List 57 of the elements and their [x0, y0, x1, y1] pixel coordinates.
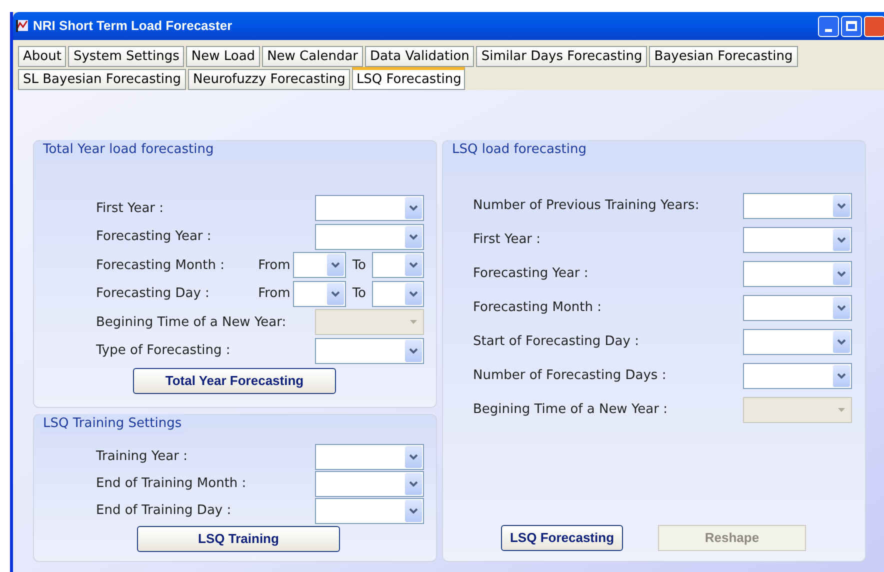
- dropdown[interactable]: [372, 280, 424, 307]
- field-label: Begining Time of a New Year :: [473, 401, 668, 420]
- close-button[interactable]: [864, 16, 884, 36]
- dropdown[interactable]: [743, 193, 852, 219]
- field-label: End of Training Day :: [96, 502, 232, 520]
- app-icon: [15, 19, 29, 33]
- dropdown[interactable]: [293, 252, 346, 278]
- dropdown[interactable]: [315, 498, 424, 524]
- field-label: To: [352, 285, 366, 303]
- dropdown[interactable]: [743, 329, 852, 355]
- dropdown[interactable]: [315, 195, 424, 222]
- dropdown[interactable]: [293, 280, 346, 307]
- field-label: First Year :: [96, 200, 164, 218]
- field-label: To: [352, 256, 366, 274]
- tab[interactable]: New Load: [186, 46, 260, 67]
- action-button[interactable]: LSQ Forecasting: [501, 525, 623, 551]
- dropdown[interactable]: [315, 470, 424, 496]
- field-label: Forecasting Month :: [96, 256, 225, 274]
- window-title: NRI Short Term Load Forecaster: [33, 17, 232, 36]
- tab[interactable]: Data Validation: [365, 46, 474, 67]
- tab[interactable]: LSQ Forecasting: [352, 67, 466, 90]
- field-label: First Year :: [473, 231, 541, 250]
- field-label: Begining Time of a New Year:: [96, 314, 286, 332]
- dropdown[interactable]: [743, 363, 852, 389]
- caret-icon: [410, 320, 417, 324]
- maximize-button[interactable]: [841, 16, 862, 36]
- field-label: Forecasting Year :: [473, 265, 588, 284]
- action-button[interactable]: LSQ Training: [137, 526, 340, 552]
- tab[interactable]: New Calendar: [262, 46, 364, 67]
- field-label: Number of Previous Training Years:: [473, 197, 700, 216]
- minimize-button[interactable]: [818, 16, 839, 36]
- tab[interactable]: About: [18, 46, 66, 67]
- tab[interactable]: System Settings: [68, 46, 184, 67]
- action-button[interactable]: Total Year Forecasting: [133, 368, 336, 394]
- tab[interactable]: SL Bayesian Forecasting: [18, 69, 186, 90]
- field-label: From: [258, 256, 290, 274]
- field-label: From: [258, 285, 290, 303]
- field-label: Number of Forecasting Days :: [473, 367, 666, 386]
- field-label: Training Year :: [96, 448, 188, 466]
- field-label: Type of Forecasting :: [96, 342, 230, 360]
- field-label: Forecasting Day :: [96, 285, 210, 303]
- dropdown[interactable]: [743, 295, 852, 321]
- field-label: Forecasting Month :: [473, 299, 602, 318]
- tab[interactable]: Neurofuzzy Forecasting: [188, 69, 350, 90]
- tab[interactable]: Similar Days Forecasting: [476, 46, 648, 67]
- dropdown[interactable]: [315, 338, 424, 364]
- tab[interactable]: Bayesian Forecasting: [649, 46, 798, 67]
- group-title: LSQ Training Settings: [40, 414, 185, 434]
- field-label: Forecasting Year :: [96, 228, 212, 246]
- dropdown[interactable]: [315, 444, 424, 470]
- field-label: End of Training Month :: [96, 474, 246, 493]
- caret-icon: [838, 408, 845, 412]
- dropdown[interactable]: [743, 227, 852, 253]
- dropdown[interactable]: [743, 261, 852, 287]
- field-label: Start of Forecasting Day :: [473, 333, 639, 352]
- dropdown[interactable]: [372, 252, 424, 278]
- dropdown[interactable]: [315, 224, 424, 250]
